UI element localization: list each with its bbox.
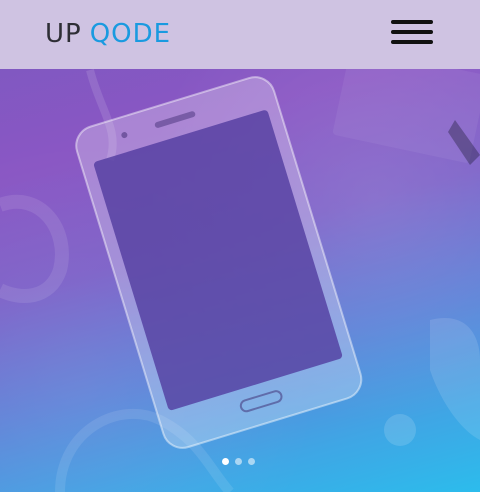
hamburger-icon xyxy=(391,20,433,24)
hamburger-icon-bar xyxy=(391,30,433,34)
hero-background-image xyxy=(0,47,480,492)
earbuds-shape xyxy=(430,318,480,440)
site-header: UP QODE xyxy=(0,0,480,69)
phone-screen xyxy=(93,110,343,411)
smartphone-illustration xyxy=(75,76,363,449)
menu-button[interactable] xyxy=(391,18,433,48)
hamburger-icon-bar xyxy=(391,40,433,44)
cable-shape xyxy=(0,194,69,303)
slider-dot-1[interactable] xyxy=(222,458,229,465)
slider-dot-3[interactable] xyxy=(248,458,255,465)
earbud-shape xyxy=(384,414,416,446)
slider-dot-2[interactable] xyxy=(235,458,242,465)
page: UP QODE xyxy=(0,0,480,492)
logo-text-qode: QODE xyxy=(89,19,172,49)
logo-text-up: UP xyxy=(45,19,82,49)
hero-slider xyxy=(0,0,480,492)
slider-pagination xyxy=(221,458,261,468)
site-logo[interactable]: UP QODE xyxy=(45,17,171,51)
